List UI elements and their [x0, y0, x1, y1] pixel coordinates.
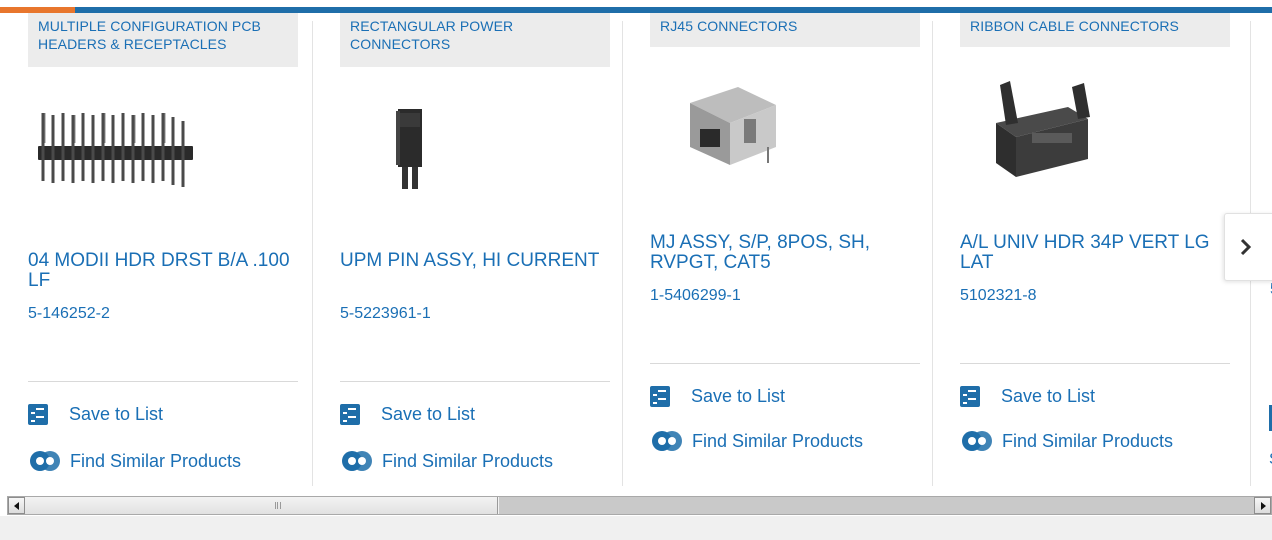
find-similar-button[interactable]: Find Similar Products: [340, 449, 553, 473]
window-bottom-area: [0, 516, 1272, 540]
card-separator: [932, 21, 933, 486]
product-title[interactable]: UPM PIN ASSY, HI CURRENT: [340, 251, 610, 271]
save-to-list-button[interactable]: Save to List: [340, 404, 475, 425]
save-to-list-label: Save to List: [69, 404, 164, 424]
checklist-icon: [340, 404, 360, 425]
find-similar-label: Find Similar Products: [382, 450, 554, 471]
product-card: RECTANGULAR POWER CONNECTORS UPM PIN ASS…: [312, 13, 622, 486]
save-to-list-button[interactable]: Save to List: [28, 404, 163, 425]
similar-products-icon: [652, 431, 682, 451]
card-separator: [622, 21, 623, 486]
category-label[interactable]: RECTANGULAR POWER CONNECTORS: [340, 13, 610, 67]
save-to-list-button[interactable]: Save to List: [960, 386, 1095, 407]
product-card: RIBBON CABLE CONNECTORS A/L UNIV HDR 34P…: [932, 13, 1242, 486]
product-card: RJ45 CONNECTORS MJ ASSY, S/P, 8POS, SH, …: [622, 13, 932, 486]
product-title[interactable]: MJ ASSY, S/P, 8POS, SH, RVPGT, CAT5: [650, 233, 920, 273]
scrollbar-thumb[interactable]: [25, 497, 498, 514]
scroll-right-button[interactable]: [1254, 497, 1271, 514]
find-similar-button[interactable]: Find Similar Products: [28, 449, 241, 473]
card-divider: [28, 381, 298, 382]
similar-products-icon: [30, 451, 60, 471]
find-similar-button[interactable]: Find Similar Products: [960, 429, 1173, 453]
part-number[interactable]: 5102321-8: [960, 287, 1037, 305]
card-divider: [340, 381, 610, 382]
save-to-list-label: Save to List: [691, 386, 786, 406]
save-to-list-button[interactable]: Save to List: [650, 386, 785, 407]
card-separator: [312, 21, 313, 486]
product-title[interactable]: 04 MODII HDR DRST B/A .100 LF: [28, 251, 298, 291]
triangle-left-icon: [13, 501, 19, 510]
carousel-next-button[interactable]: [1224, 213, 1272, 281]
product-carousel: MULTIPLE CONFIGURATION PCB HEADERS & REC…: [0, 13, 1272, 493]
scroll-left-button[interactable]: [8, 497, 25, 514]
similar-products-icon: [342, 451, 372, 471]
find-similar-label: Find Similar Products: [692, 430, 864, 451]
checklist-icon: [960, 386, 980, 407]
pin-header-image[interactable]: [28, 91, 298, 201]
scrollbar-grip-icon: [275, 502, 281, 509]
find-similar-label: Find Similar Products: [1002, 430, 1174, 451]
checklist-icon: [28, 404, 48, 425]
card-divider: [650, 363, 920, 364]
horizontal-scrollbar[interactable]: [7, 496, 1272, 515]
power-connector-image[interactable]: [340, 91, 610, 201]
category-label[interactable]: RIBBON CABLE CONNECTORS: [960, 13, 1230, 47]
part-number[interactable]: 5-5223961-1: [340, 305, 431, 323]
product-title[interactable]: A/L UNIV HDR 34P VERT LG LAT: [960, 233, 1230, 273]
similar-products-icon: [962, 431, 992, 451]
find-similar-label: Find Similar Products: [70, 450, 242, 471]
scrollbar-track[interactable]: [499, 497, 1255, 514]
chevron-right-icon: [1240, 238, 1252, 256]
category-label[interactable]: MULTIPLE CONFIGURATION PCB HEADERS & REC…: [28, 13, 298, 67]
category-label[interactable]: RJ45 CONNECTORS: [650, 13, 920, 47]
rj45-jack-image[interactable]: [650, 73, 920, 183]
save-to-list-label: Save to List: [1001, 386, 1096, 406]
save-to-list-label: Save to List: [381, 404, 476, 424]
product-card: MULTIPLE CONFIGURATION PCB HEADERS & REC…: [0, 13, 310, 485]
checklist-icon: [650, 386, 670, 407]
find-similar-button[interactable]: Find Similar Products: [650, 429, 863, 453]
part-number[interactable]: 1-5406299-1: [650, 287, 741, 305]
triangle-right-icon: [1260, 501, 1266, 510]
part-number[interactable]: 5-146252-2: [28, 305, 110, 323]
ribbon-header-image[interactable]: [960, 73, 1230, 183]
card-divider: [960, 363, 1230, 364]
